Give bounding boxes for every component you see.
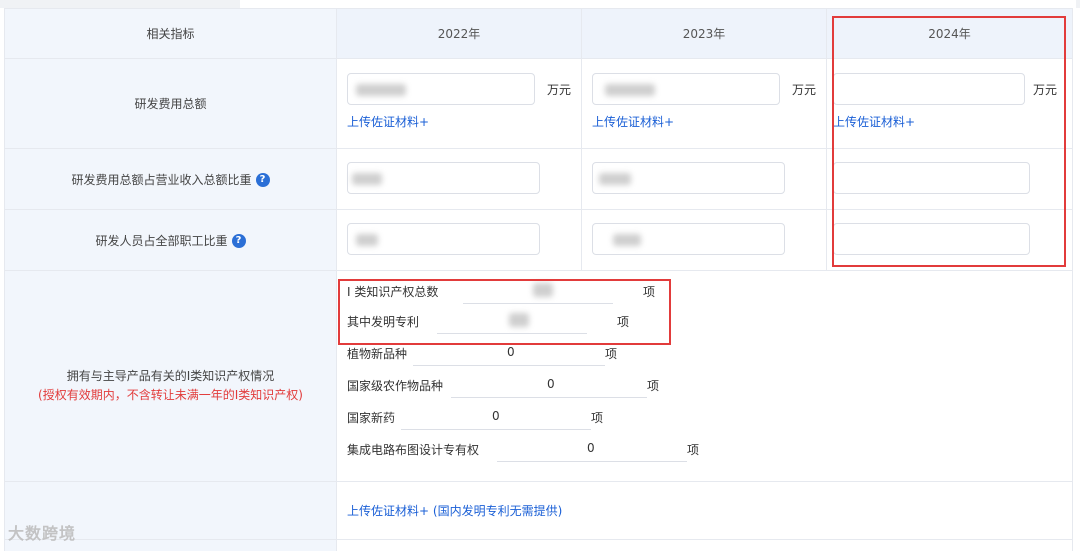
- table-header-row: 相关指标 2022年 2023年 2024年: [4, 8, 1073, 59]
- redacted-value: [613, 234, 641, 246]
- ip-row: 拥有与主导产品有关的I类知识产权情况 (授权有效期内，不含转让未满一年的I类知识…: [4, 270, 1073, 482]
- redacted-value: [605, 84, 655, 96]
- ip-item-total-unit: 项: [643, 285, 656, 299]
- header-year-2023: 2023年: [581, 8, 827, 59]
- redacted-value: [356, 84, 406, 96]
- rd-total-label: 研发费用总额: [4, 58, 337, 149]
- rd-revenue-ratio-2023-cell: [581, 148, 827, 210]
- ip-content-cell: I 类知识产权总数 项 其中发明专利 项 植物新品种 0 项 国家级农作物品种 …: [336, 270, 1073, 482]
- ip-item-invention-patent-unit: 项: [617, 315, 630, 329]
- top-tab-strip: [0, 0, 1080, 8]
- ip-item-invention-patent-input[interactable]: [437, 333, 587, 334]
- rd-indicator-table: 相关指标 2022年 2023年 2024年 研发费用总额 万元 上传佐证材料+…: [4, 8, 1073, 551]
- rd-total-2024-upload-link[interactable]: 上传佐证材料+: [833, 113, 915, 130]
- ip-item-total: I 类知识产权总数 项: [337, 281, 667, 304]
- help-icon[interactable]: ?: [231, 234, 246, 248]
- rd-staff-ratio-label-cell: 研发人员占全部职工比重?: [4, 209, 337, 271]
- ip-item-crop-variety: 国家级农作物品种 0 项: [337, 375, 667, 398]
- header-year-2022: 2022年: [336, 8, 582, 59]
- redacted-value: [356, 234, 378, 246]
- ip-item-ic-layout-unit: 项: [687, 443, 700, 457]
- rd-total-2022-input[interactable]: [347, 73, 535, 105]
- ip-upload-note: (国内发明专利无需提供): [432, 504, 563, 518]
- help-icon[interactable]: ?: [255, 173, 270, 187]
- rd-staff-ratio-2024-cell: [826, 209, 1073, 271]
- rd-staff-ratio-row: 研发人员占全部职工比重?: [4, 209, 1073, 271]
- ip-upload-link[interactable]: 上传佐证材料+: [347, 504, 429, 518]
- ip-item-new-drug-input[interactable]: [401, 429, 591, 430]
- rd-staff-ratio-2024-input[interactable]: [833, 223, 1030, 255]
- ip-item-crop-variety-input[interactable]: [451, 397, 647, 398]
- rd-total-2022-upload-link[interactable]: 上传佐证材料+: [347, 113, 429, 130]
- rd-revenue-ratio-2024-input[interactable]: [833, 162, 1030, 194]
- active-tab-area: [240, 0, 1076, 8]
- ip-label: 拥有与主导产品有关的I类知识产权情况: [66, 369, 275, 383]
- ip-item-invention-patent: 其中发明专利 项: [337, 311, 667, 334]
- rd-staff-ratio-2022-cell: [336, 209, 582, 271]
- ip-item-ic-layout: 集成电路布图设计专有权 0 项: [337, 439, 707, 462]
- ip-item-plant-variety-unit: 项: [605, 347, 618, 361]
- rd-revenue-ratio-2023-input[interactable]: [592, 162, 785, 194]
- ip-note: (授权有效期内，不含转让未满一年的I类知识产权): [38, 388, 303, 402]
- rd-revenue-ratio-2024-cell: [826, 148, 1073, 210]
- watermark-logo: 大数跨境: [8, 524, 77, 543]
- ip-item-plant-variety: 植物新品种 0 项: [337, 343, 667, 366]
- rd-revenue-ratio-2022-input[interactable]: [347, 162, 540, 194]
- rd-total-2024-cell: 万元 上传佐证材料+: [826, 58, 1073, 149]
- ip-item-ic-layout-input[interactable]: [497, 461, 687, 462]
- ip-upload-cell: 上传佐证材料+ (国内发明专利无需提供): [336, 481, 1073, 540]
- rd-staff-ratio-2022-input[interactable]: [347, 223, 540, 255]
- rd-staff-ratio-2023-cell: [581, 209, 827, 271]
- ip-item-new-drug-value[interactable]: 0: [492, 409, 500, 423]
- rd-revenue-ratio-row: 研发费用总额占营业收入总额比重?: [4, 148, 1073, 210]
- ip-item-new-drug-label: 国家新药: [347, 411, 396, 425]
- rd-revenue-ratio-2022-cell: [336, 148, 582, 210]
- ip-label-cell: 拥有与主导产品有关的I类知识产权情况 (授权有效期内，不含转让未满一年的I类知识…: [4, 270, 337, 482]
- rd-total-2022-unit: 万元: [547, 83, 572, 97]
- rd-total-2023-input[interactable]: [592, 73, 780, 105]
- ip-item-crop-variety-label: 国家级农作物品种: [347, 379, 444, 393]
- tail-cell: [336, 539, 1073, 551]
- redacted-value: [599, 173, 631, 185]
- ip-item-plant-variety-input[interactable]: [413, 365, 605, 366]
- ip-item-invention-patent-label: 其中发明专利: [347, 315, 420, 329]
- rd-total-2023-upload-link[interactable]: 上传佐证材料+: [592, 113, 674, 130]
- rd-revenue-ratio-label-cell: 研发费用总额占营业收入总额比重?: [4, 148, 337, 210]
- rd-staff-ratio-label: 研发人员占全部职工比重: [95, 233, 228, 248]
- header-indicator-label: 相关指标: [4, 8, 337, 59]
- ip-item-plant-variety-value[interactable]: 0: [507, 345, 515, 359]
- rd-total-2023-cell: 万元 上传佐证材料+: [581, 58, 827, 149]
- rd-total-2023-unit: 万元: [792, 83, 817, 97]
- ip-item-plant-variety-label: 植物新品种: [347, 347, 408, 361]
- header-year-2024: 2024年: [826, 8, 1073, 59]
- rd-staff-ratio-2023-input[interactable]: [592, 223, 785, 255]
- ip-item-ic-layout-value[interactable]: 0: [587, 441, 595, 455]
- rd-total-row: 研发费用总额 万元 上传佐证材料+ 万元 上传佐证材料+ 万元 上传佐证材料+: [4, 58, 1073, 149]
- ip-item-total-input[interactable]: [463, 303, 613, 304]
- ip-item-ic-layout-label: 集成电路布图设计专有权: [347, 443, 480, 457]
- redacted-value: [509, 313, 529, 327]
- ip-item-crop-variety-unit: 项: [647, 379, 660, 393]
- ip-item-new-drug-unit: 项: [591, 411, 604, 425]
- ip-item-new-drug: 国家新药 0 项: [337, 407, 667, 430]
- table-tail-row: [4, 539, 1073, 551]
- rd-total-2024-input[interactable]: [833, 73, 1025, 105]
- redacted-value: [533, 283, 553, 297]
- rd-total-2022-cell: 万元 上传佐证材料+: [336, 58, 582, 149]
- rd-revenue-ratio-label: 研发费用总额占营业收入总额比重: [71, 172, 252, 187]
- redacted-value: [352, 173, 382, 185]
- ip-item-total-label: I 类知识产权总数: [347, 285, 439, 299]
- ip-item-crop-variety-value[interactable]: 0: [547, 377, 555, 391]
- ip-upload-row: 上传佐证材料+ (国内发明专利无需提供): [4, 481, 1073, 540]
- rd-total-2024-unit: 万元: [1033, 83, 1058, 97]
